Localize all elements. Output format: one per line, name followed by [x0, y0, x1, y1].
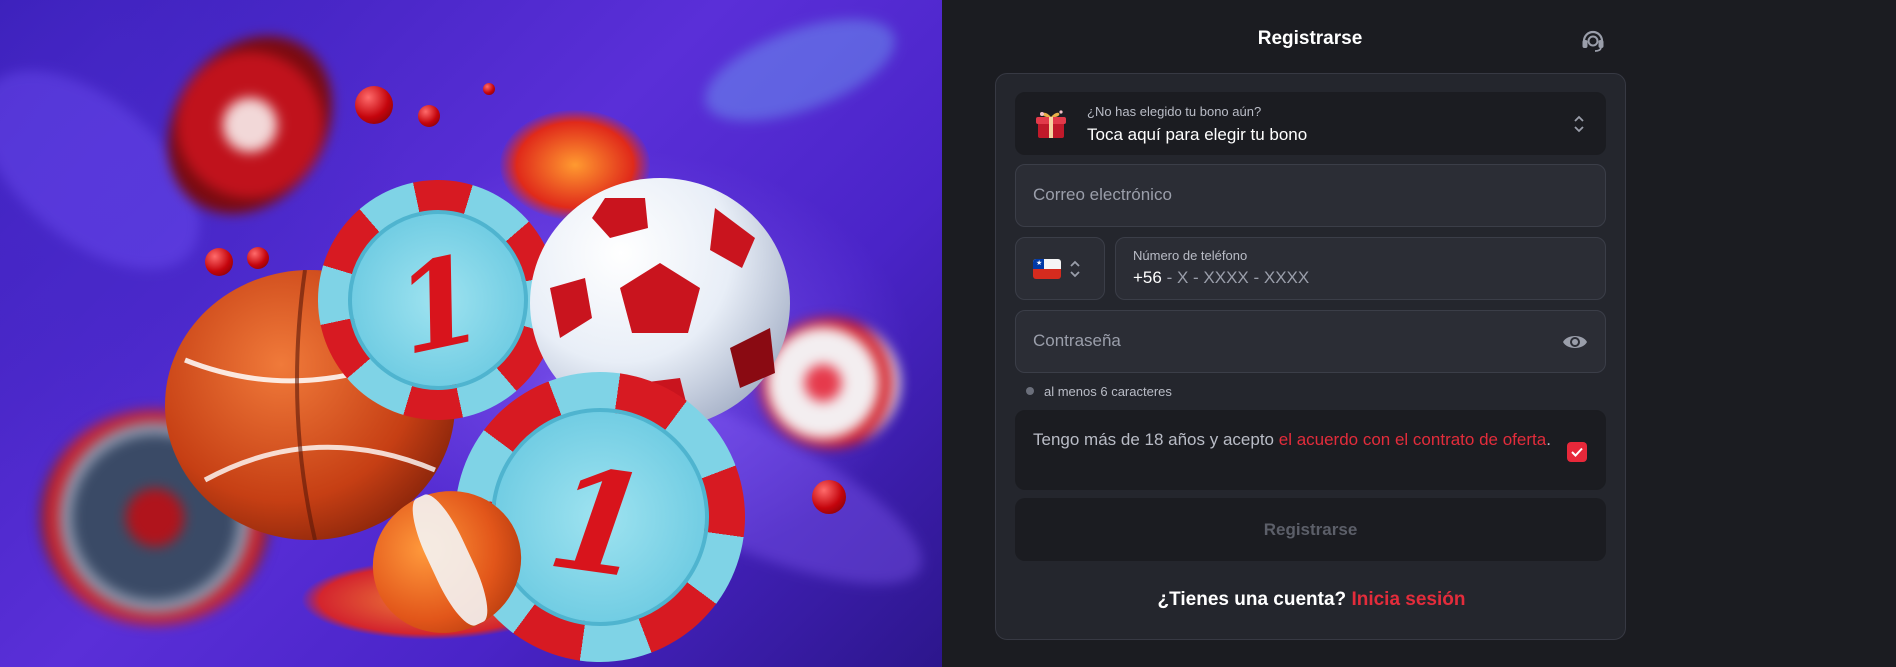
eye-icon[interactable]	[1562, 330, 1588, 354]
email-field[interactable]: Correo electrónico	[1015, 164, 1606, 227]
password-hint-text: al menos 6 caracteres	[1044, 384, 1172, 399]
terms-agreement: Tengo más de 18 años y acepto el acuerdo…	[1015, 410, 1606, 490]
register-button[interactable]: Registrarse	[1015, 498, 1606, 561]
login-prompt: ¿Tienes una cuenta? Inicia sesión	[996, 589, 1627, 611]
offer-agreement-link[interactable]: el acuerdo con el contrato de oferta	[1279, 430, 1546, 449]
password-field[interactable]: Contraseña	[1015, 310, 1606, 373]
page-title: Registrarse	[1257, 28, 1363, 49]
registration-form: ¿No has elegido tu bono aún? Toca aquí p…	[995, 73, 1626, 640]
headset-icon[interactable]	[1580, 27, 1606, 53]
email-placeholder: Correo electrónico	[1033, 185, 1172, 204]
chevron-up-down-icon	[1574, 115, 1584, 133]
gift-icon	[1036, 110, 1066, 138]
hero-illustration: 1 1	[0, 0, 942, 667]
phone-field[interactable]: Número de teléfono +56 - X - XXXX - XXXX	[1115, 237, 1606, 300]
phone-value: +56 - X - XXXX - XXXX	[1133, 268, 1309, 288]
terms-text-after: .	[1546, 430, 1551, 449]
password-hint: al menos 6 caracteres	[1026, 384, 1172, 399]
bonus-value: Toca aquí para elegir tu bono	[1087, 125, 1308, 144]
phone-label: Número de teléfono	[1133, 248, 1248, 263]
login-link[interactable]: Inicia sesión	[1351, 589, 1465, 610]
password-placeholder: Contraseña	[1033, 331, 1121, 350]
chevron-up-down-icon	[1070, 260, 1080, 278]
bonus-label: ¿No has elegido tu bono aún?	[1087, 104, 1262, 119]
checkmark-icon	[1571, 447, 1583, 457]
bonus-selector[interactable]: ¿No has elegido tu bono aún? Toca aquí p…	[1015, 92, 1606, 155]
login-prompt-text: ¿Tienes una cuenta?	[1157, 589, 1347, 610]
phone-mask: - X - XXXX - XXXX	[1161, 268, 1310, 287]
terms-text: Tengo más de 18 años y acepto el acuerdo…	[1033, 428, 1553, 452]
phone-country-code: +56	[1133, 268, 1162, 287]
chile-flag-icon: ★	[1033, 259, 1061, 279]
bullet-icon	[1026, 387, 1034, 395]
terms-text-before: Tengo más de 18 años y acepto	[1033, 430, 1279, 449]
terms-checkbox[interactable]	[1567, 442, 1587, 462]
country-code-selector[interactable]: ★	[1015, 237, 1105, 300]
